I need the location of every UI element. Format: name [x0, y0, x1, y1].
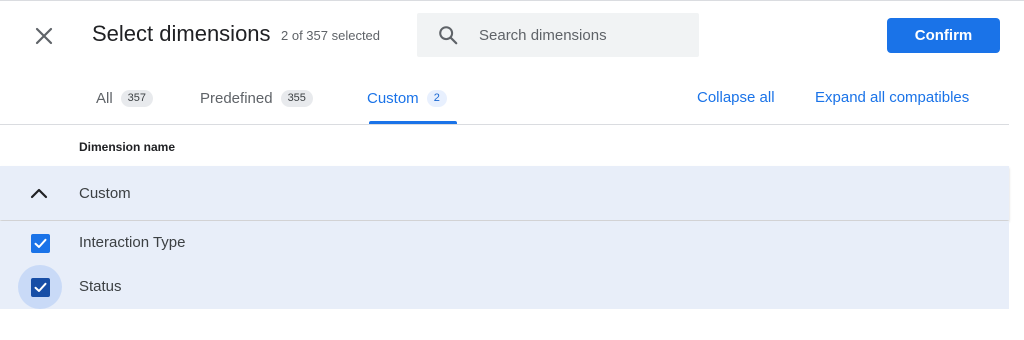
tab-label: All — [96, 89, 113, 107]
close-button[interactable] — [28, 20, 60, 52]
search-box[interactable] — [417, 13, 699, 57]
tab-all[interactable]: All 357 — [96, 88, 154, 108]
tab-count-badge: 357 — [120, 89, 154, 107]
tab-label: Custom — [367, 89, 419, 107]
column-header-dimension-name: Dimension name — [79, 140, 176, 154]
expand-all-compatibles-link[interactable]: Expand all compatibles — [815, 89, 969, 106]
header-divider — [0, 124, 1009, 125]
selection-count: 2 of 357 selected — [281, 28, 381, 43]
item-label: Interaction Type — [79, 234, 186, 251]
tab-custom[interactable]: Custom 2 — [367, 88, 447, 108]
checkbox[interactable] — [18, 265, 62, 309]
chevron-up-icon — [30, 188, 48, 199]
confirm-button[interactable]: Confirm — [887, 18, 1000, 53]
collapse-all-link[interactable]: Collapse all — [697, 89, 775, 106]
tab-count-badge: 355 — [280, 89, 313, 107]
checkbox-checked-icon — [30, 277, 50, 297]
checkbox[interactable] — [18, 221, 62, 265]
search-input[interactable] — [479, 26, 679, 44]
close-icon — [35, 27, 53, 45]
tab-label: Predefined — [200, 89, 273, 107]
tab-predefined[interactable]: Predefined 355 — [200, 88, 313, 108]
top-border — [0, 0, 1024, 1]
list-item: Status — [0, 265, 1009, 309]
list-item: Interaction Type — [0, 221, 1009, 265]
search-icon — [439, 26, 458, 45]
group-row-custom[interactable]: Custom — [0, 166, 1009, 220]
checkbox-checked-icon — [30, 233, 50, 253]
dialog-title: Select dimensions — [92, 21, 271, 46]
tab-count-badge: 2 — [426, 89, 447, 107]
item-label: Status — [79, 278, 122, 295]
group-label: Custom — [79, 185, 131, 202]
